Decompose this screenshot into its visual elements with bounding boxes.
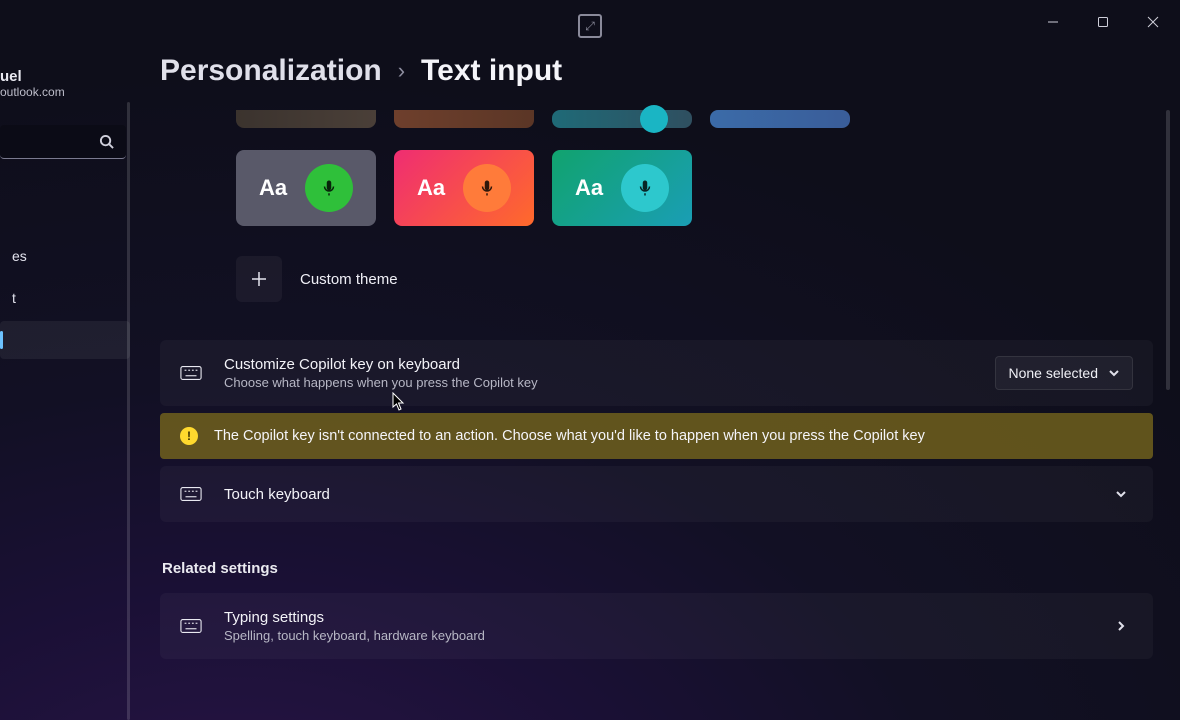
expand-button[interactable] [1109,482,1133,506]
sidebar: uel outlook.com es t [0,44,130,720]
sidebar-scrollbar[interactable] [127,102,130,720]
theme-option[interactable] [710,110,850,128]
setting-copilot-key[interactable]: Customize Copilot key on keyboard Choose… [160,340,1153,406]
restore-preview-icon: ⤢ [578,14,602,38]
user-block[interactable]: uel outlook.com [0,68,130,117]
theme-option[interactable] [236,110,376,128]
setting-title: Touch keyboard [224,486,1109,503]
minimize-button[interactable] [1030,6,1076,38]
setting-subtitle: Choose what happens when you press the C… [224,375,995,390]
theme-sample-text: Aa [417,175,445,201]
breadcrumb-parent[interactable]: Personalization [160,54,382,88]
setting-title: Typing settings [224,609,1109,626]
mic-icon [305,164,353,212]
mic-icon [640,105,668,133]
user-email: outlook.com [0,85,120,99]
search-input[interactable] [0,125,126,159]
user-name: uel [0,68,120,85]
theme-option[interactable]: Aa [394,150,534,226]
dropdown-value: None selected [1008,365,1098,381]
mic-icon [621,164,669,212]
setting-typing[interactable]: Typing settings Spelling, touch keyboard… [160,593,1153,659]
setting-title: Customize Copilot key on keyboard [224,356,995,373]
nav-item-selected[interactable] [0,321,130,359]
nav-list: es t [0,237,130,359]
warning-banner: ! The Copilot key isn't connected to an … [160,413,1153,459]
titlebar: ⤢ [0,0,1180,44]
copilot-action-dropdown[interactable]: None selected [995,356,1133,390]
close-button[interactable] [1130,6,1176,38]
navigate-button[interactable] [1109,614,1133,638]
chevron-down-icon [1115,488,1127,500]
keyboard-icon [180,362,202,384]
keyboard-icon [180,615,202,637]
main-scrollbar[interactable] [1166,110,1170,390]
theme-row-cutoff [236,110,1180,128]
theme-sample-text: Aa [259,175,287,201]
theme-option[interactable]: Aa [236,150,376,226]
nav-item[interactable]: es [0,237,130,275]
chevron-down-icon [1108,367,1120,379]
main-content: Personalization › Text input Aa Aa Aa Cu… [160,54,1180,720]
keyboard-icon [180,483,202,505]
theme-row: Aa Aa Aa [236,150,1180,226]
mic-icon [463,164,511,212]
theme-sample-text: Aa [575,175,603,201]
chevron-right-icon [1115,620,1127,632]
breadcrumb: Personalization › Text input [160,54,1180,88]
page-title: Text input [421,54,562,88]
maximize-button[interactable] [1080,6,1126,38]
theme-option[interactable]: Aa [552,150,692,226]
warning-icon: ! [180,427,198,445]
custom-theme-row[interactable]: Custom theme [236,256,1180,302]
setting-subtitle: Spelling, touch keyboard, hardware keybo… [224,628,1109,643]
search-icon [99,134,114,149]
chevron-right-icon: › [398,58,405,84]
add-button[interactable] [236,256,282,302]
nav-item[interactable]: t [0,279,130,317]
section-label: Related settings [162,560,1180,577]
setting-touch-keyboard[interactable]: Touch keyboard [160,466,1153,522]
theme-option[interactable] [394,110,534,128]
custom-theme-label: Custom theme [300,271,398,288]
warning-message: The Copilot key isn't connected to an ac… [214,428,925,444]
theme-option[interactable] [552,110,692,128]
